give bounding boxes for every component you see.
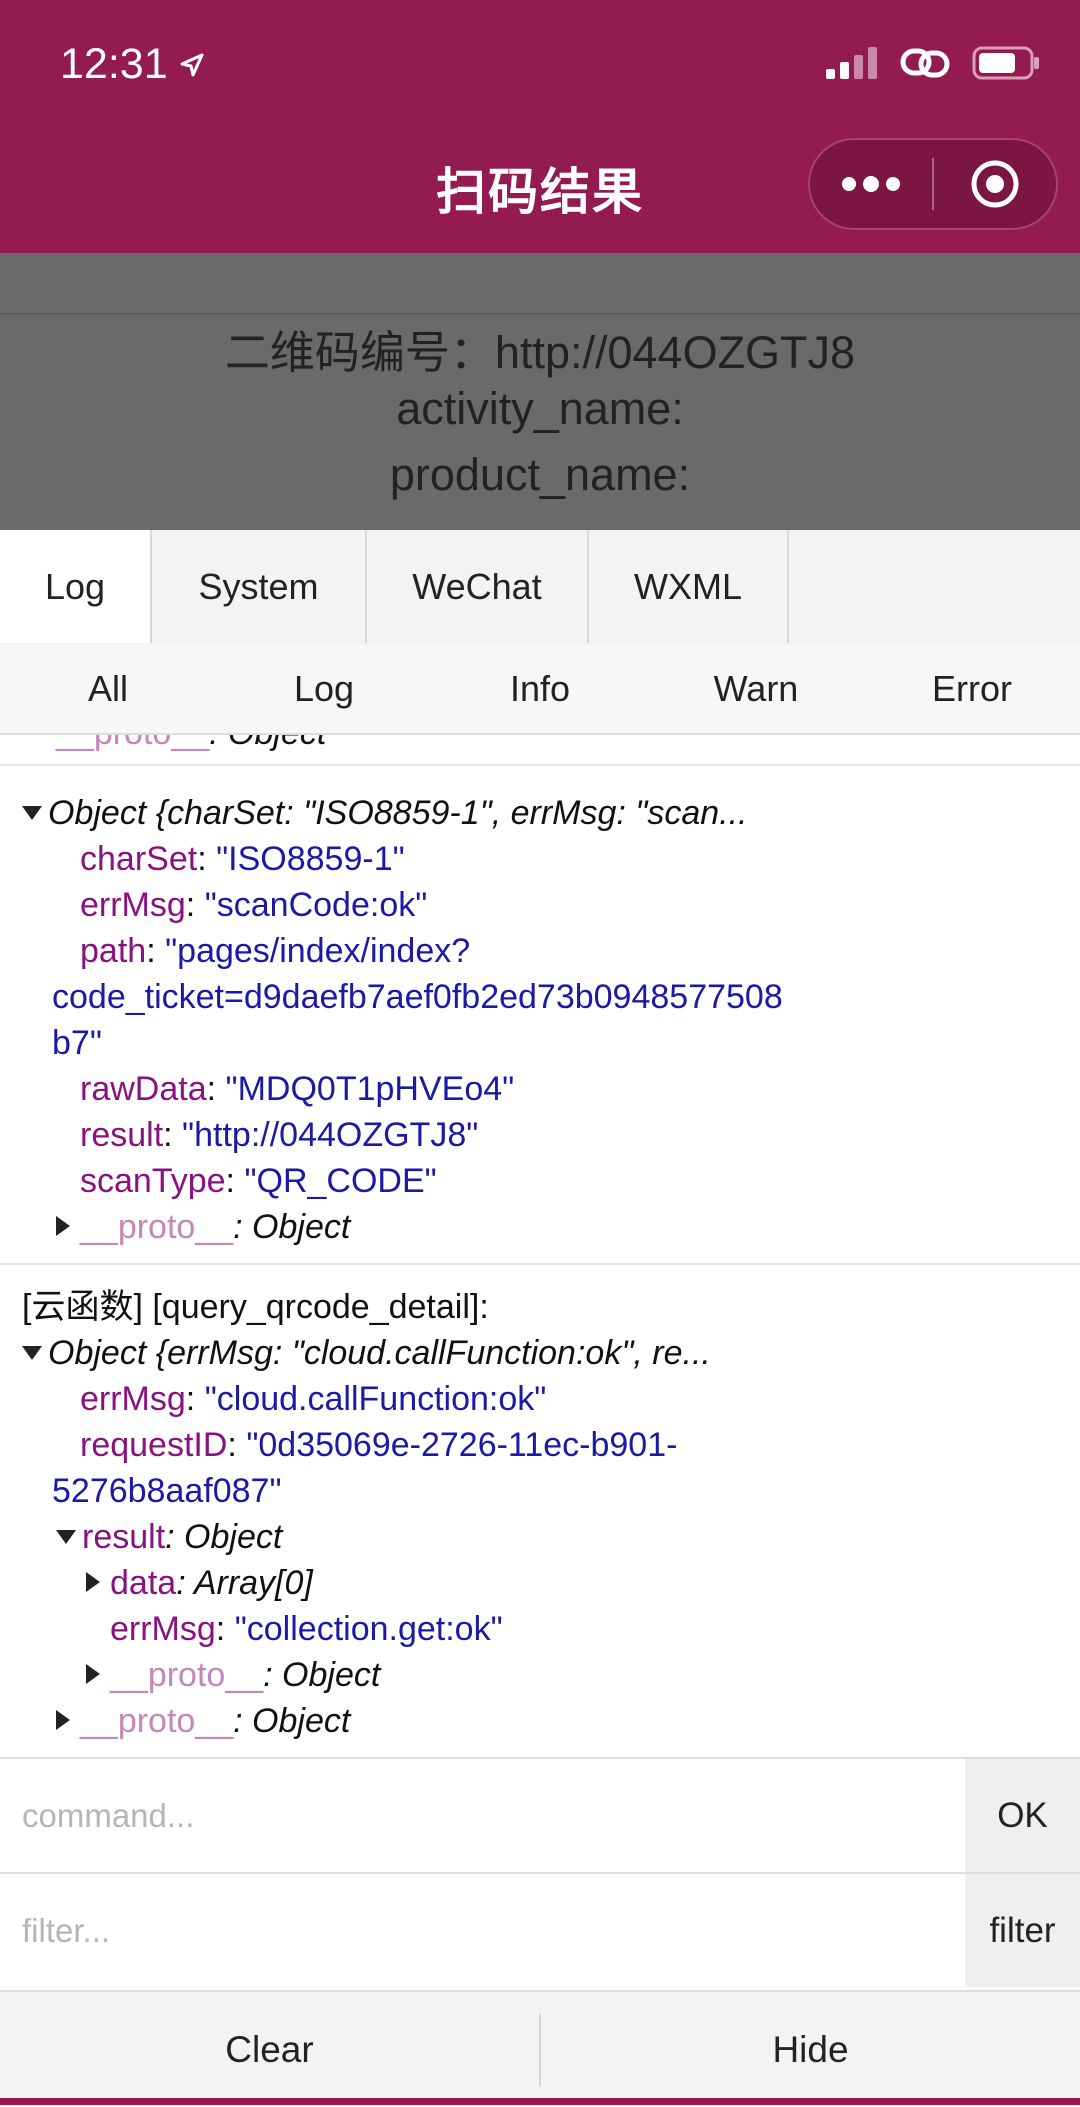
page-content-overlay: 二维码编号：http://044OZGTJ8 activity_name: pr… bbox=[0, 253, 1080, 530]
prop-requestid-continued: 5276b8aaf087" bbox=[52, 1472, 282, 1510]
product-name: product_name: bbox=[389, 449, 691, 500]
expanded-arrow-icon bbox=[22, 806, 42, 821]
prop-charset: charSet: "ISO8859-1" bbox=[80, 840, 405, 878]
command-ok-button[interactable]: OK bbox=[965, 1759, 1080, 1872]
location-arrow-icon bbox=[180, 53, 204, 76]
prop-result-object[interactable]: result: Object bbox=[56, 1515, 282, 1559]
collapsed-arrow-icon bbox=[86, 1664, 100, 1685]
prop-path-end: b7" bbox=[52, 1024, 102, 1062]
filter-tab-info[interactable]: Info bbox=[432, 645, 648, 733]
collapsed-arrow-icon bbox=[86, 1572, 100, 1593]
hide-button[interactable]: Hide bbox=[541, 1992, 1080, 2107]
prop-scantype: scanType: "QR_CODE" bbox=[80, 1162, 437, 1200]
more-button[interactable] bbox=[810, 140, 932, 228]
more-dots-icon bbox=[842, 176, 900, 192]
log-entry-cloud-summary[interactable]: Object {errMsg: "cloud.callFunction:ok",… bbox=[22, 1331, 711, 1375]
prop-errmsg-cloud: errMsg: "cloud.callFunction:ok" bbox=[80, 1380, 547, 1418]
prop-path-continued: code_ticket=d9daefb7aef0fb2ed73b09485775… bbox=[52, 978, 783, 1016]
activity-name: activity_name: bbox=[396, 383, 684, 434]
prop-path: path: "pages/index/index? bbox=[80, 932, 471, 970]
filter-tab-all[interactable]: All bbox=[0, 645, 216, 733]
filter-input[interactable] bbox=[0, 1874, 965, 1987]
filter-row: filter bbox=[0, 1872, 1080, 1987]
prop-rawdata: rawData: "MDQ0T1pHVEo4" bbox=[80, 1070, 515, 1108]
filter-tab-error[interactable]: Error bbox=[864, 645, 1080, 733]
prop-requestid: requestID: "0d35069e-2726-11ec-b901- bbox=[80, 1426, 678, 1464]
status-indicators bbox=[826, 46, 1040, 80]
expanded-arrow-icon bbox=[56, 1530, 76, 1545]
collapsed-arrow-icon bbox=[56, 1710, 70, 1731]
tab-wechat[interactable]: WeChat bbox=[367, 530, 589, 643]
status-time: 12:31 bbox=[60, 40, 168, 88]
prop-result: result: "http://044OZGTJ8" bbox=[80, 1116, 479, 1154]
status-time-group: 12:31 bbox=[60, 40, 206, 89]
bottom-accent-bar bbox=[0, 2098, 1080, 2105]
console-actions: Clear Hide bbox=[0, 1990, 1080, 2107]
nav-header: 12:31 扫码结果 bbox=[0, 0, 1080, 253]
filter-tab-log[interactable]: Log bbox=[216, 645, 432, 733]
tab-log[interactable]: Log bbox=[0, 530, 152, 643]
close-button[interactable] bbox=[934, 140, 1056, 228]
prop-errmsg: errMsg: "scanCode:ok" bbox=[80, 886, 428, 924]
prop-outer-proto[interactable]: __proto__: Object bbox=[56, 1699, 350, 1743]
prop-proto[interactable]: __proto__: Object bbox=[56, 1205, 350, 1249]
command-input[interactable] bbox=[0, 1759, 965, 1872]
console-top-tabs: Log System WeChat WXML bbox=[0, 530, 1080, 647]
target-circle-icon bbox=[971, 160, 1019, 208]
collapsed-arrow-icon bbox=[56, 1216, 70, 1237]
prop-inner-proto[interactable]: __proto__: Object bbox=[86, 1653, 380, 1697]
tab-system[interactable]: System bbox=[152, 530, 367, 643]
prop-inner-errmsg: errMsg: "collection.get:ok" bbox=[110, 1610, 503, 1648]
qrcode-number: 二维码编号：http://044OZGTJ8 bbox=[224, 327, 856, 378]
clipped-proto-line: __proto__: Object bbox=[56, 735, 326, 755]
console-log-list[interactable]: __proto__: Object Object {charSet: "ISO8… bbox=[0, 735, 1080, 1755]
log-divider bbox=[0, 1263, 1080, 1265]
filter-tab-warn[interactable]: Warn bbox=[648, 645, 864, 733]
filter-button[interactable]: filter bbox=[965, 1874, 1080, 1987]
prop-data-array[interactable]: data: Array[0] bbox=[86, 1561, 313, 1605]
link-icon bbox=[900, 48, 950, 78]
log-entry-object-summary[interactable]: Object {charSet: "ISO8859-1", errMsg: "s… bbox=[22, 791, 748, 835]
console-filter-tabs: All Log Info Warn Error bbox=[0, 645, 1080, 735]
expanded-arrow-icon bbox=[22, 1346, 42, 1361]
page-divider bbox=[0, 313, 1080, 315]
battery-icon bbox=[972, 46, 1039, 80]
cloud-function-label: [云函数] [query_qrcode_detail]: bbox=[22, 1288, 489, 1326]
mini-program-capsule bbox=[808, 138, 1058, 230]
command-row: OK bbox=[0, 1757, 1080, 1872]
cellular-signal-icon bbox=[826, 47, 877, 79]
clear-button[interactable]: Clear bbox=[0, 1992, 539, 2107]
log-divider bbox=[0, 764, 1080, 766]
tab-wxml[interactable]: WXML bbox=[589, 530, 789, 643]
